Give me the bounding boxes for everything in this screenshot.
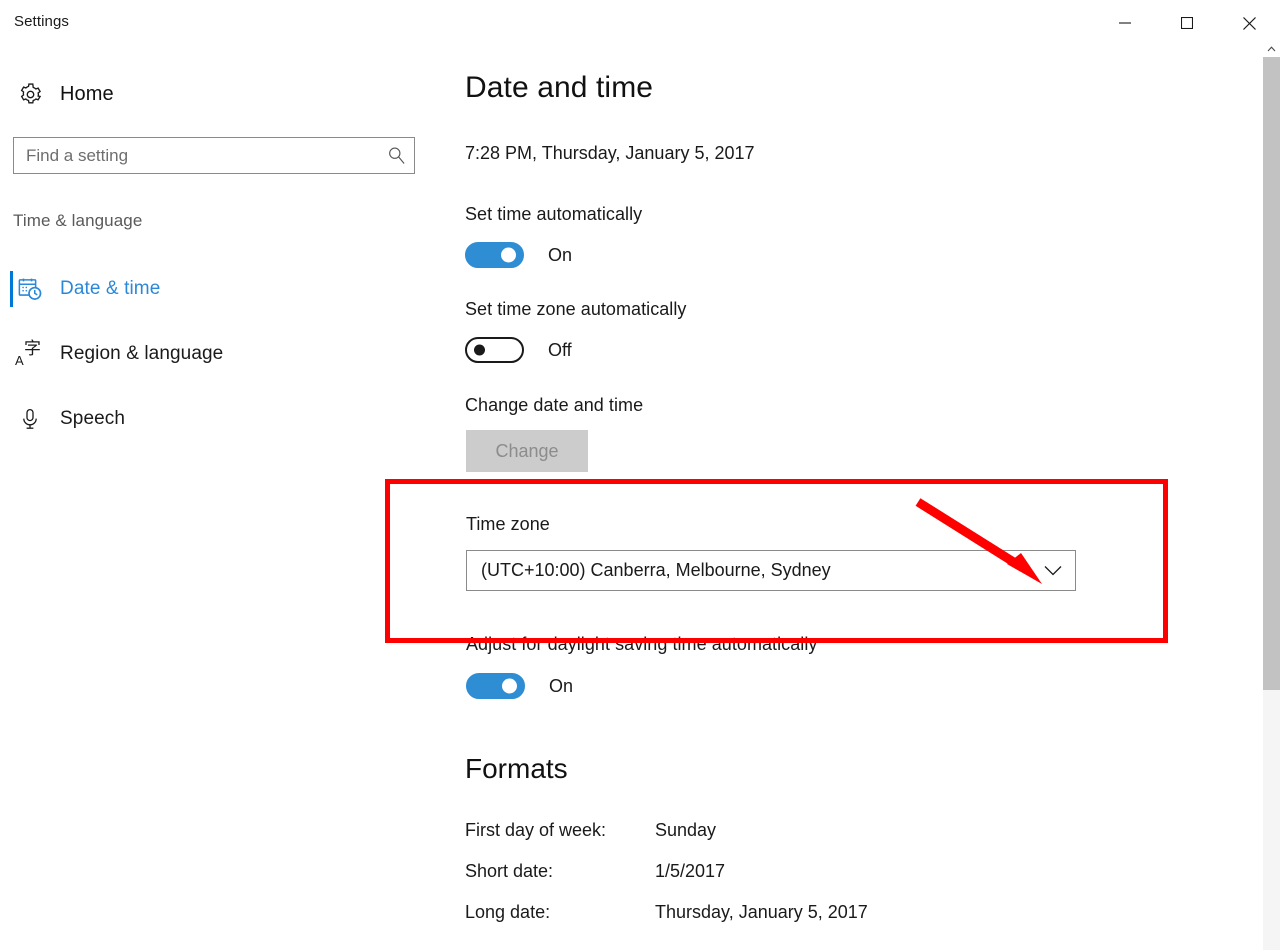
format-value: 1/5/2017 [655,861,725,882]
time-zone-dropdown[interactable]: (UTC+10:00) Canberra, Melbourne, Sydney [466,550,1076,591]
title-bar: Settings [0,0,1280,48]
minimize-icon [1119,17,1131,29]
set-time-automatically-toggle[interactable] [465,242,524,268]
change-button[interactable]: Change [466,430,588,472]
daylight-saving-label: Adjust for daylight saving time automati… [466,634,817,655]
format-value: Sunday [655,820,716,841]
format-key: First day of week: [465,820,655,841]
sidebar-nav-list: Date & time A 字 Region & language [0,266,430,461]
sidebar-home-label: Home [60,83,114,106]
formats-list: First day of week: Sunday Short date: 1/… [465,820,1165,943]
main-content: Date and time 7:28 PM, Thursday, January… [440,48,1252,950]
formats-section-title: Formats [465,753,568,785]
format-row: Long date: Thursday, January 5, 2017 [465,902,1165,923]
gear-icon [0,82,60,107]
selection-indicator [10,271,13,307]
sidebar-item-label: Speech [60,408,125,430]
toggle-knob [501,248,516,263]
scrollbar[interactable] [1263,40,1280,950]
window-controls [1094,0,1280,46]
chevron-up-icon[interactable] [1263,40,1280,57]
sidebar-item-speech[interactable]: Speech [0,396,430,442]
change-date-time-label: Change date and time [465,395,643,416]
minimize-button[interactable] [1094,0,1156,46]
language-icon: A 字 [0,341,60,367]
daylight-saving-state: On [549,676,573,697]
format-row: Short date: 1/5/2017 [465,861,1165,882]
sidebar: Home Time & language [0,48,440,950]
calendar-clock-icon [0,276,60,302]
scrollbar-thumb[interactable] [1263,57,1280,690]
sidebar-item-label: Date & time [60,278,160,300]
sidebar-item-home[interactable]: Home [0,72,420,116]
current-datetime: 7:28 PM, Thursday, January 5, 2017 [465,143,755,164]
set-time-automatically-row: On [465,242,572,268]
search-icon[interactable] [378,146,414,165]
format-row: First day of week: Sunday [465,820,1165,841]
close-icon [1243,17,1256,30]
daylight-saving-row: On [466,673,573,699]
set-time-automatically-state: On [548,245,572,266]
set-timezone-automatically-row: Off [465,337,572,363]
set-timezone-automatically-toggle[interactable] [465,337,524,363]
maximize-button[interactable] [1156,0,1218,46]
sidebar-item-date-time[interactable]: Date & time [0,266,430,312]
toggle-knob [474,345,485,356]
set-timezone-automatically-state: Off [548,340,572,361]
sidebar-group-title: Time & language [13,211,142,231]
toggle-knob [502,679,517,694]
settings-window: Settings [0,0,1280,950]
format-key: Long date: [465,902,655,923]
chevron-down-icon[interactable] [1031,564,1075,577]
sidebar-item-region-language[interactable]: A 字 Region & language [0,331,430,377]
format-value: Thursday, January 5, 2017 [655,902,868,923]
microphone-icon [0,407,60,431]
time-zone-label: Time zone [466,514,550,535]
time-zone-value: (UTC+10:00) Canberra, Melbourne, Sydney [467,560,1031,581]
set-time-automatically-label: Set time automatically [465,204,642,225]
search-input[interactable] [14,138,378,173]
format-key: Short date: [465,861,655,882]
set-timezone-automatically-label: Set time zone automatically [465,299,686,320]
page-title: Date and time [465,71,653,105]
search-box[interactable] [13,137,415,174]
window-title: Settings [14,13,69,30]
daylight-saving-toggle[interactable] [466,673,525,699]
maximize-icon [1181,17,1193,29]
sidebar-item-label: Region & language [60,343,223,365]
